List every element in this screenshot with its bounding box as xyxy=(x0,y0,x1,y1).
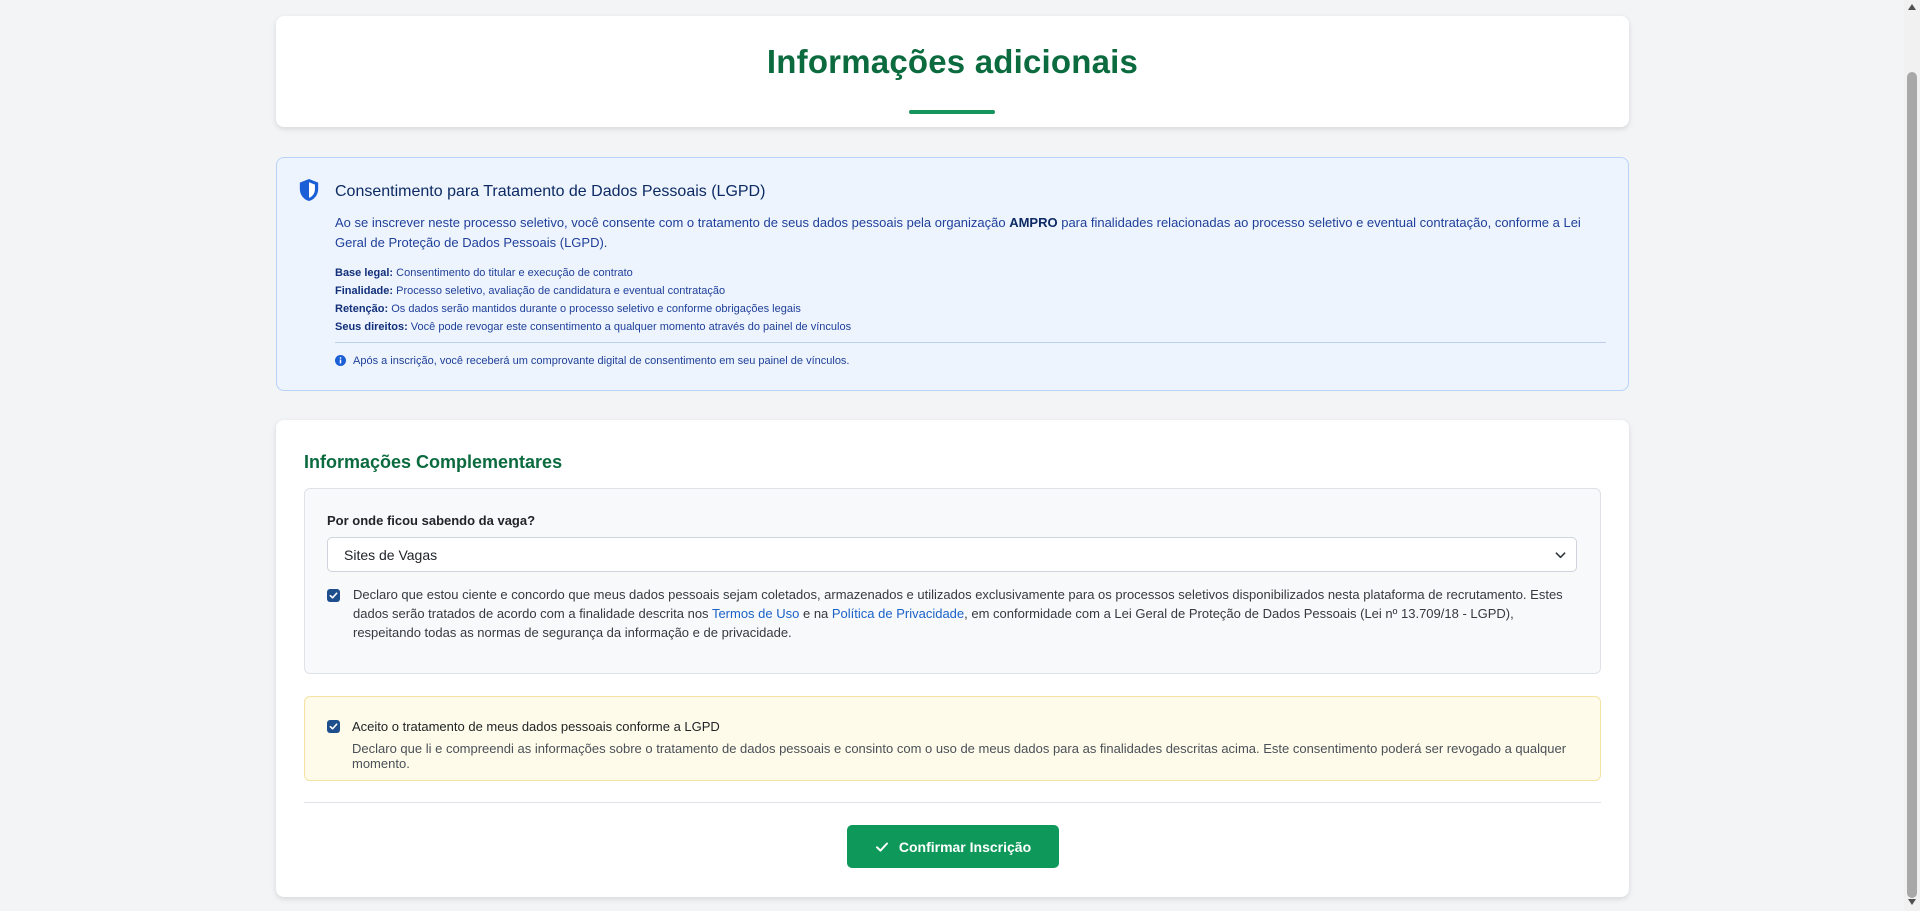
declaration-part2: e na xyxy=(799,606,832,621)
source-question-box: Por onde ficou sabendo da vaga? Sites de… xyxy=(304,488,1601,674)
detail-label: Retenção: xyxy=(335,303,389,315)
lgpd-title: Consentimento para Tratamento de Dados P… xyxy=(335,183,766,200)
scroll-up-arrow-icon[interactable] xyxy=(1908,4,1916,10)
detail-label: Base legal: xyxy=(335,267,394,279)
lgpd-paragraph-before: Ao se inscrever neste processo seletivo,… xyxy=(335,215,1010,230)
page: Informações adicionais Consentimento par… xyxy=(0,0,1904,911)
privacy-policy-link[interactable]: Política de Privacidade xyxy=(832,606,964,621)
source-select-value: Sites de Vagas xyxy=(344,546,438,563)
lgpd-note: Após a inscrição, você receberá um compr… xyxy=(353,355,850,367)
source-label: Por onde ficou sabendo da vaga? xyxy=(327,513,536,528)
lgpd-details: Base legal: Consentimento do titular e e… xyxy=(335,264,851,336)
consent-title: Aceito o tratamento de meus dados pessoa… xyxy=(352,719,720,734)
lgpd-divider xyxy=(335,342,1606,343)
scroll-down-arrow-icon[interactable] xyxy=(1908,899,1916,905)
detail-label: Seus direitos: xyxy=(335,321,408,333)
source-select[interactable]: Sites de Vagas xyxy=(327,537,1577,572)
confirm-button-label: Confirmar Inscrição xyxy=(898,838,1032,855)
lgpd-info-box: Consentimento para Tratamento de Dados P… xyxy=(276,157,1629,391)
detail-value: Você pode revogar este consentimento a q… xyxy=(407,321,852,333)
info-icon xyxy=(335,355,346,366)
check-icon xyxy=(875,842,888,852)
organization-name: AMPRO xyxy=(1009,215,1058,230)
shield-icon xyxy=(299,179,319,201)
header-card: Informações adicionais xyxy=(276,16,1629,127)
scrollbar-thumb[interactable] xyxy=(1907,72,1917,898)
title-underline xyxy=(909,110,995,114)
detail-rights: Seus direitos: Você pode revogar este co… xyxy=(335,318,851,336)
detail-value: Os dados serão mantidos durante o proces… xyxy=(388,303,801,315)
complementary-info-card: Informações Complementares Por onde fico… xyxy=(276,420,1629,897)
confirm-registration-button[interactable]: Confirmar Inscrição xyxy=(847,825,1059,868)
declaration-checkbox[interactable] xyxy=(327,589,340,602)
detail-label: Finalidade: xyxy=(335,285,394,297)
lgpd-consent-box: Aceito o tratamento de meus dados pessoa… xyxy=(304,696,1601,781)
detail-value: Processo seletivo, avaliação de candidat… xyxy=(393,285,726,297)
section-title: Informações Complementares xyxy=(304,452,563,472)
lgpd-paragraph: Ao se inscrever neste processo seletivo,… xyxy=(335,213,1597,253)
chevron-down-icon xyxy=(1555,552,1566,559)
form-divider xyxy=(304,802,1601,803)
vertical-scrollbar[interactable] xyxy=(1904,0,1920,911)
checkmark-icon xyxy=(329,592,338,599)
consent-description: Declaro que li e compreendi as informaçõ… xyxy=(352,741,1567,771)
page-title: Informações adicionais xyxy=(766,43,1139,80)
detail-purpose: Finalidade: Processo seletivo, avaliação… xyxy=(335,282,851,300)
declaration-text: Declaro que estou ciente e concordo que … xyxy=(353,585,1585,642)
detail-legal-basis: Base legal: Consentimento do titular e e… xyxy=(335,264,851,282)
detail-retention: Retenção: Os dados serão mantidos durant… xyxy=(335,300,851,318)
terms-of-use-link[interactable]: Termos de Uso xyxy=(712,606,799,621)
checkmark-icon xyxy=(329,723,338,730)
detail-value: Consentimento do titular e execução de c… xyxy=(393,267,633,279)
lgpd-consent-checkbox[interactable] xyxy=(327,720,340,733)
